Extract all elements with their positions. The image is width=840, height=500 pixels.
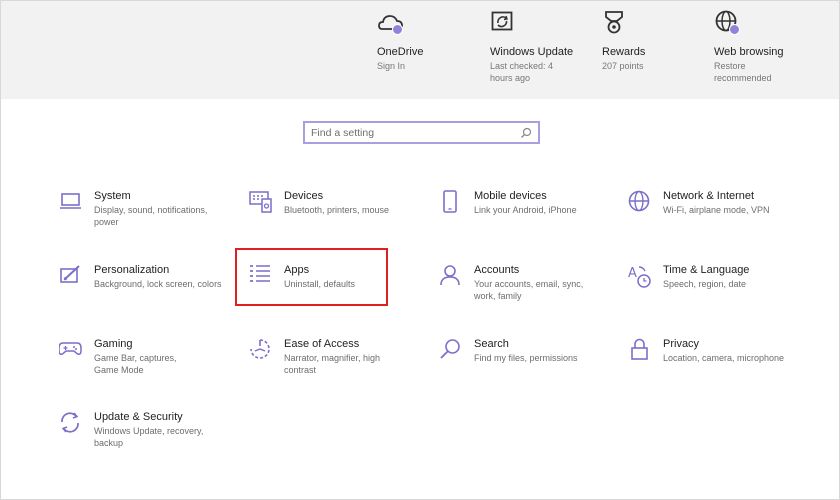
top-banner: OneDrive Sign In Windows Update Last che… <box>1 1 839 99</box>
lock-icon <box>628 338 650 360</box>
category-title: System <box>94 190 131 202</box>
category-desc: Wi-Fi, airplane mode, VPN <box>663 205 770 215</box>
globe-icon <box>714 9 742 37</box>
category-desc: Link your Android, iPhone <box>474 205 577 215</box>
update-icon <box>490 9 518 37</box>
banner-subtitle: Restore recommended <box>714 61 772 83</box>
laptop-icon <box>59 190 81 212</box>
category-desc: Bluetooth, printers, mouse <box>284 205 390 215</box>
category-title: Ease of Access <box>284 338 360 350</box>
category-desc: Narrator, magnifier, high contrast <box>284 353 381 375</box>
gamepad-icon <box>58 338 82 360</box>
category-title: Gaming <box>94 338 133 350</box>
web-browsing-badge <box>729 24 740 35</box>
category-desc: Background, lock screen, colors <box>94 279 222 289</box>
magnifier-icon <box>439 338 461 360</box>
category-title: Devices <box>284 190 324 202</box>
banner-rewards[interactable]: Rewards 207 points <box>602 9 712 73</box>
category-title: Personalization <box>94 264 170 276</box>
banner-onedrive[interactable]: OneDrive Sign In <box>377 9 487 73</box>
paintbrush-icon <box>59 264 81 286</box>
category-title: Update & Security <box>94 411 183 423</box>
banner-windows-update[interactable]: Windows Update Last checked: 4 hours ago <box>490 9 600 84</box>
medal-icon <box>602 9 630 37</box>
category-desc: Game Bar, captures, Game Mode <box>94 353 177 375</box>
category-desc: Windows Update, recovery, backup <box>94 426 204 448</box>
category-title: Mobile devices <box>474 190 547 202</box>
search-box <box>303 121 540 144</box>
banner-subtitle: Last checked: 4 hours ago <box>490 61 554 83</box>
person-icon <box>439 264 461 286</box>
settings-window: OneDrive Sign In Windows Update Last che… <box>0 0 840 500</box>
category-title: Network & Internet <box>663 190 755 202</box>
ease-of-access-icon <box>249 338 271 360</box>
search-icon[interactable] <box>520 126 532 144</box>
category-title: Privacy <box>663 338 700 350</box>
category-title: Accounts <box>474 264 520 276</box>
time-language-icon: A <box>628 264 651 288</box>
banner-title: OneDrive <box>377 46 424 58</box>
category-desc: Speech, region, date <box>663 279 747 289</box>
banner-web-browsing[interactable]: Web browsing Restore recommended <box>714 9 824 84</box>
banner-title: Web browsing <box>714 46 784 58</box>
category-title: Time & Language <box>663 264 750 276</box>
onedrive-badge <box>392 24 403 35</box>
sync-icon <box>59 411 81 433</box>
phone-icon <box>439 190 461 213</box>
category-desc: Your accounts, email, sync, work, family <box>474 279 584 301</box>
search-input[interactable] <box>305 123 505 143</box>
category-desc: Location, camera, microphone <box>663 353 785 363</box>
keyboard-icon <box>249 190 272 213</box>
globe-icon <box>628 190 650 212</box>
category-desc: Display, sound, notifications, power <box>94 205 208 227</box>
banner-title: Windows Update <box>490 46 574 58</box>
category-title: Search <box>474 338 509 350</box>
cloud-icon <box>377 9 405 37</box>
banner-subtitle: 207 points <box>602 61 644 71</box>
apps-highlight-box <box>235 248 388 306</box>
svg-text:A: A <box>628 266 637 281</box>
banner-subtitle: Sign In <box>377 61 406 71</box>
banner-title: Rewards <box>602 46 646 58</box>
category-desc: Find my files, permissions <box>474 353 578 363</box>
